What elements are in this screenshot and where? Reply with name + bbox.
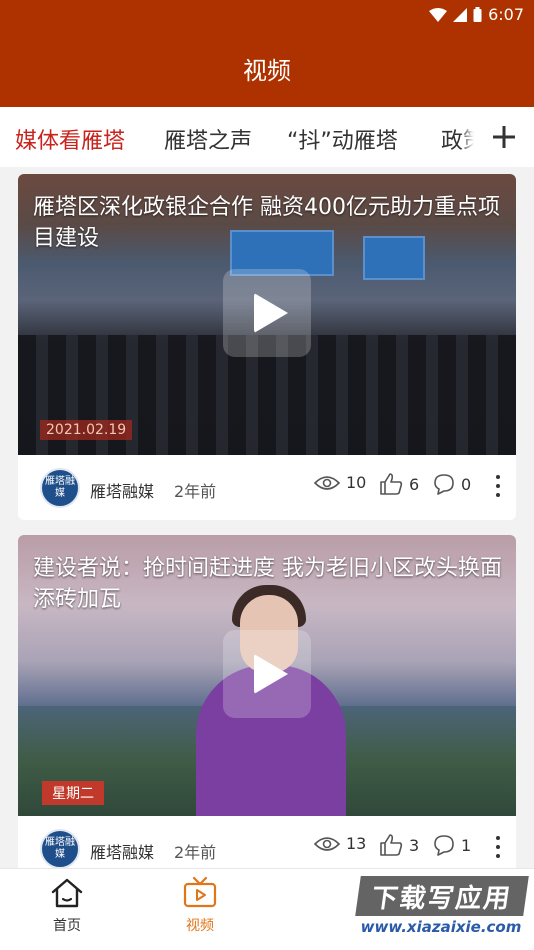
view-count: 13 [314, 834, 366, 853]
wifi-icon [429, 7, 448, 22]
video-title[interactable]: 雁塔区深化政银企合作 融资400亿元助力重点项目建设 [33, 192, 503, 254]
page-title: 视频 [243, 57, 291, 85]
video-meta: 雁塔融媒 雁塔融媒 2年前 10 6 0 [18, 455, 516, 520]
video-time: 2年前 [174, 843, 217, 862]
like-count[interactable]: 3 [379, 834, 419, 856]
battery-icon [473, 7, 482, 22]
play-button[interactable] [223, 269, 311, 357]
comment-icon [434, 474, 454, 495]
like-count-value: 3 [409, 835, 420, 855]
watermark-main: 下载写应用 [355, 876, 529, 916]
comment-icon [434, 835, 454, 856]
comment-count[interactable]: 0 [433, 473, 471, 495]
thumbnail-weekday: 星期二 [42, 781, 104, 805]
tab-media[interactable]: 媒体看雁塔 [15, 123, 125, 155]
eye-icon [314, 836, 340, 851]
video-source[interactable]: 雁塔融媒 [90, 478, 154, 502]
video-meta: 雁塔融媒 雁塔融媒 2年前 13 3 1 [18, 816, 516, 875]
avatar[interactable]: 雁塔融媒 [40, 468, 80, 508]
avatar[interactable]: 雁塔融媒 [40, 829, 80, 869]
nav-item-home[interactable]: 首页 [32, 877, 102, 935]
tab-douyin[interactable]: “抖”动雁塔 [287, 123, 398, 155]
view-count-value: 13 [346, 834, 367, 853]
view-count-value: 10 [346, 473, 367, 492]
nav-label: 首页 [53, 918, 81, 934]
play-icon [254, 654, 288, 694]
like-count-value: 6 [409, 474, 420, 494]
more-options-icon[interactable] [494, 475, 502, 501]
video-card[interactable]: 雁塔区深化政银企合作 融资400亿元助力重点项目建设 2021.02.19 雁塔… [18, 174, 516, 520]
video-title[interactable]: 建设者说：抢时间赶进度 我为老旧小区改头换面添砖加瓦 [33, 553, 503, 615]
video-thumbnail[interactable]: 雁塔区深化政银企合作 融资400亿元助力重点项目建设 2021.02.19 [18, 174, 516, 455]
add-tab-button[interactable] [474, 107, 534, 167]
eye-icon [314, 475, 340, 490]
thumbs-up-icon [380, 834, 403, 856]
category-tabs: 媒体看雁塔 雁塔之声 “抖”动雁塔 政策 [0, 107, 534, 167]
play-icon [254, 293, 288, 333]
watermark-sub: www.xiazaixie.com [360, 918, 522, 936]
view-count: 10 [314, 473, 366, 492]
nav-item-video[interactable]: 视频 [165, 877, 235, 935]
like-count[interactable]: 6 [379, 473, 419, 495]
tab-voice[interactable]: 雁塔之声 [164, 123, 252, 155]
video-card[interactable]: 建设者说：抢时间赶进度 我为老旧小区改头换面添砖加瓦 星期二 雁塔融媒 雁塔融媒… [18, 535, 516, 875]
comment-count-value: 0 [461, 474, 472, 494]
play-button[interactable] [223, 630, 311, 718]
video-icon [183, 877, 217, 908]
signal-icon [453, 7, 468, 22]
status-icons: 6:07 [429, 5, 524, 24]
watermark: 下载写应用 www.xiazaixie.com [355, 876, 529, 940]
thumbs-up-icon [380, 473, 403, 495]
video-source[interactable]: 雁塔融媒 [90, 839, 154, 863]
comment-count-value: 1 [461, 835, 472, 855]
plus-icon [493, 126, 515, 148]
more-options-icon[interactable] [494, 836, 502, 862]
status-bar: 6:07 [0, 0, 534, 30]
status-time: 6:07 [488, 5, 524, 24]
comment-count[interactable]: 1 [433, 834, 471, 856]
app-header: 视频 [0, 30, 534, 107]
home-icon [51, 878, 83, 908]
thumbnail-date: 2021.02.19 [40, 420, 133, 440]
video-thumbnail[interactable]: 建设者说：抢时间赶进度 我为老旧小区改头换面添砖加瓦 星期二 [18, 535, 516, 816]
nav-label: 视频 [186, 918, 214, 934]
video-time: 2年前 [174, 482, 217, 501]
